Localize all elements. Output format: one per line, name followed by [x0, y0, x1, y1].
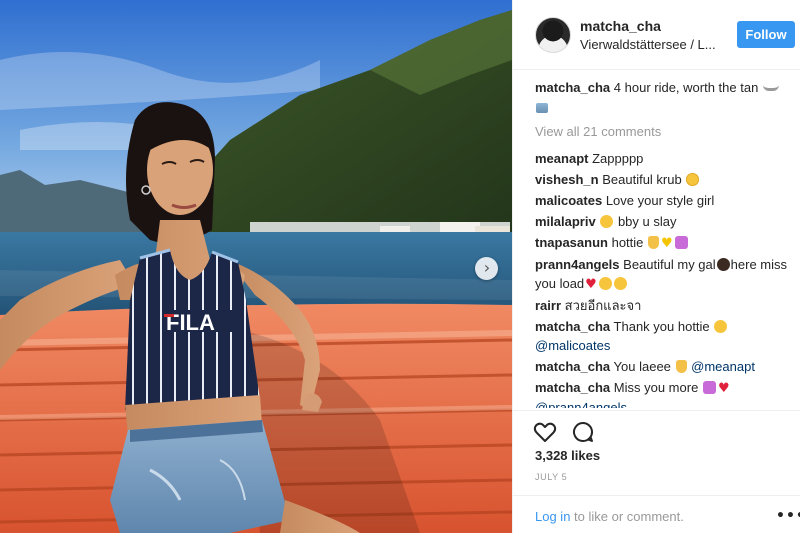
post-side-panel: matcha_cha Vierwaldstättersee / L... Fol…: [512, 0, 800, 533]
caption: matcha_cha 4 hour ride, worth the tan: [535, 78, 797, 116]
comment-text: hottie: [611, 235, 644, 250]
comment-item: matcha_cha Thank you hottie @malicoates: [535, 317, 797, 355]
gift-heart-emoji: [674, 236, 688, 249]
heart-eyes-emoji: [600, 215, 614, 228]
yellow-heart-emoji: ♥: [661, 236, 673, 251]
location-link[interactable]: Vierwaldstättersee / L...: [580, 37, 730, 52]
comment-username[interactable]: matcha_cha: [535, 319, 610, 334]
heart-eyes-emoji: [598, 277, 612, 290]
photo-image: FILA: [0, 0, 512, 533]
comment-text: Zappppp: [592, 151, 644, 166]
caption-username[interactable]: matcha_cha: [535, 80, 610, 95]
comment-item: matcha_cha You laeee @meanapt: [535, 357, 797, 376]
follow-button[interactable]: Follow: [737, 21, 795, 48]
comment-item: malicoates Love your style girl: [535, 191, 797, 210]
fila-logo: FILA: [166, 310, 215, 335]
lake-emoji: [536, 103, 548, 113]
header-username[interactable]: matcha_cha: [580, 18, 730, 34]
login-link[interactable]: Log in: [535, 509, 570, 524]
comment-text: Beautiful my gal: [623, 257, 716, 272]
login-prompt: Log in to like or comment.: [535, 509, 684, 524]
red-heart-emoji: ♥: [585, 277, 597, 292]
login-prompt-text: to like or comment.: [570, 509, 684, 524]
comment-item: milalapriv bby u slay: [535, 212, 797, 231]
post-header: matcha_cha Vierwaldstättersee / L... Fol…: [513, 0, 800, 70]
kiss-emoji: [613, 277, 627, 290]
comment-username[interactable]: matcha_cha: [535, 359, 610, 374]
comment-text: Thank you hottie: [613, 319, 710, 334]
avatar[interactable]: [535, 16, 571, 53]
comment-username[interactable]: malicoates: [535, 193, 602, 208]
comment-username[interactable]: vishesh_n: [535, 172, 599, 187]
mention-link[interactable]: @prann4angels: [535, 400, 627, 408]
comment-text: Beautiful krub: [602, 172, 682, 187]
smile-emoji: [686, 173, 700, 186]
mention-link[interactable]: @meanapt: [691, 359, 755, 374]
comment-username[interactable]: milalapriv: [535, 214, 596, 229]
user-meta: matcha_cha Vierwaldstättersee / L...: [580, 18, 730, 52]
comment-username[interactable]: prann4angels: [535, 257, 620, 272]
view-all-comments-link[interactable]: View all 21 comments: [535, 122, 797, 141]
post-date[interactable]: July 5: [535, 472, 567, 482]
comment-username[interactable]: tnapasanun: [535, 235, 608, 250]
ship-emoji: [762, 83, 779, 91]
kiss-emoji: [714, 320, 728, 333]
login-bar: Log in to like or comment. •••: [513, 495, 800, 533]
mention-link[interactable]: @malicoates: [535, 338, 610, 353]
comment-text: You laeee: [613, 359, 671, 374]
comment-item: meanapt Zappppp: [535, 149, 797, 168]
comment-icon[interactable]: [571, 420, 595, 444]
instagram-post: FILA › matcha_cha Vierwaldstättersee / L…: [0, 0, 800, 533]
comment-text: Love your style girl: [605, 193, 715, 208]
gift-heart-emoji: [702, 381, 716, 394]
comment-username[interactable]: matcha_cha: [535, 380, 610, 395]
action-icons: [533, 420, 595, 444]
comment-username[interactable]: meanapt: [535, 151, 588, 166]
hand-emoji: [648, 236, 660, 249]
post-photo[interactable]: FILA ›: [0, 0, 512, 533]
comment-item: matcha_cha Miss you more ♥ @prann4angels: [535, 378, 797, 408]
hand-emoji: [675, 360, 687, 373]
girl-emoji: [716, 258, 730, 271]
comment-username[interactable]: rairr: [535, 298, 561, 313]
comment-text: bby u slay: [617, 214, 677, 229]
post-actions: 3,328 likes July 5 Log in to like or com…: [513, 410, 800, 533]
comments-list: matcha_cha 4 hour ride, worth the tan Vi…: [535, 78, 797, 408]
heart-icon[interactable]: [533, 420, 557, 444]
comment-item: rairr สวยอีกและจา: [535, 296, 797, 315]
more-options-icon[interactable]: •••: [776, 508, 800, 524]
comment-item: prann4angels Beautiful my gal here miss y…: [535, 255, 797, 294]
likes-count[interactable]: 3,328 likes: [535, 448, 600, 463]
comment-text: สวยอีกและจา: [564, 298, 642, 313]
chevron-right-icon: ›: [483, 257, 491, 277]
red-heart-emoji: ♥: [717, 381, 730, 396]
comment-item: tnapasanun hottie ♥: [535, 233, 797, 253]
comment-item: vishesh_n Beautiful krub: [535, 170, 797, 189]
caption-text: 4 hour ride, worth the tan: [613, 80, 759, 95]
comment-text: Miss you more: [613, 380, 699, 395]
next-photo-button[interactable]: ›: [475, 257, 498, 280]
